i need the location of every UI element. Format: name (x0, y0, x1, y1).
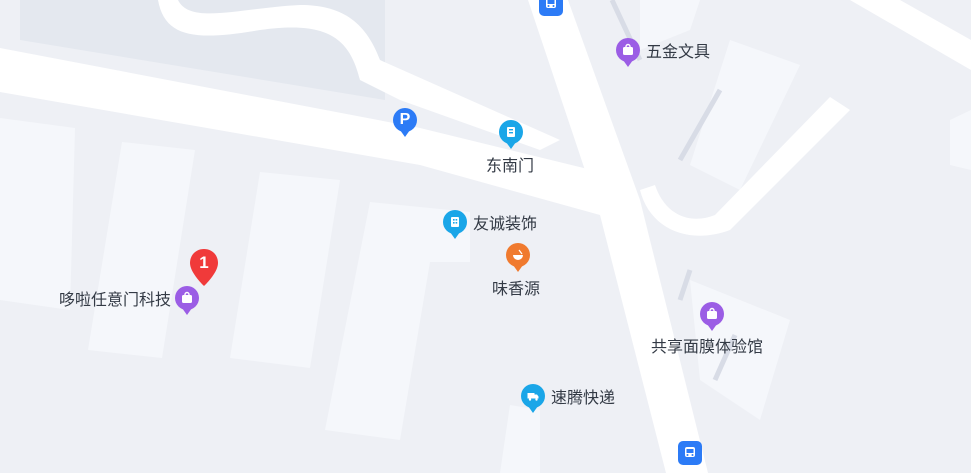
building-block (325, 202, 470, 440)
building-block (88, 142, 195, 358)
food-bowl-icon (506, 243, 530, 272)
map-canvas[interactable]: 五金文具 P 东南门 友诚装饰 味香源 1 哆啦任意门科技 共享面膜体验馆 速腾… (0, 0, 971, 473)
building-block (950, 110, 971, 170)
building-block (0, 118, 75, 310)
poi-bus-stop-bottom[interactable] (678, 441, 702, 465)
poi-youcheng[interactable]: 友诚装饰 (443, 210, 538, 239)
road-edge (677, 269, 693, 301)
poi-wujin[interactable]: 五金文具 (616, 38, 711, 67)
building-block (230, 172, 340, 368)
shopping-bag-icon (700, 302, 724, 331)
bus-stop-icon (678, 441, 702, 465)
building-block (500, 405, 540, 473)
poi-dongnanmen-label: 东南门 (486, 156, 535, 175)
poi-weixiangyuan-icon-wrap[interactable] (506, 243, 530, 272)
building-icon (443, 210, 467, 239)
poi-duola[interactable]: 哆啦任意门科技 (59, 286, 200, 315)
poi-dongnanmen-icon-wrap[interactable] (499, 120, 523, 149)
selected-marker[interactable]: 1 (188, 248, 220, 288)
road-top-right (850, 0, 971, 70)
marker-number: 1 (199, 253, 209, 272)
poi-parking[interactable]: P (393, 108, 417, 137)
parking-icon: P (393, 108, 417, 137)
poi-suteng[interactable]: 速腾快递 (521, 384, 616, 413)
delivery-truck-icon (521, 384, 545, 413)
shopping-bag-icon (616, 38, 640, 67)
shopping-bag-icon (175, 286, 200, 315)
poi-weixiangyuan-label: 味香源 (492, 279, 541, 298)
poi-label: 友诚装饰 (473, 214, 538, 233)
map-base-layer (0, 0, 971, 473)
poi-bus-stop-top[interactable] (539, 0, 563, 16)
poi-gongxiang-label: 共享面膜体验馆 (651, 337, 764, 356)
poi-label: 哆啦任意门科技 (59, 290, 172, 309)
building-entrance-icon (499, 120, 523, 149)
poi-label: 速腾快递 (551, 388, 616, 407)
bus-stop-icon (539, 0, 563, 16)
poi-gongxiang-icon-wrap[interactable] (700, 302, 724, 331)
poi-label: 五金文具 (646, 42, 711, 61)
